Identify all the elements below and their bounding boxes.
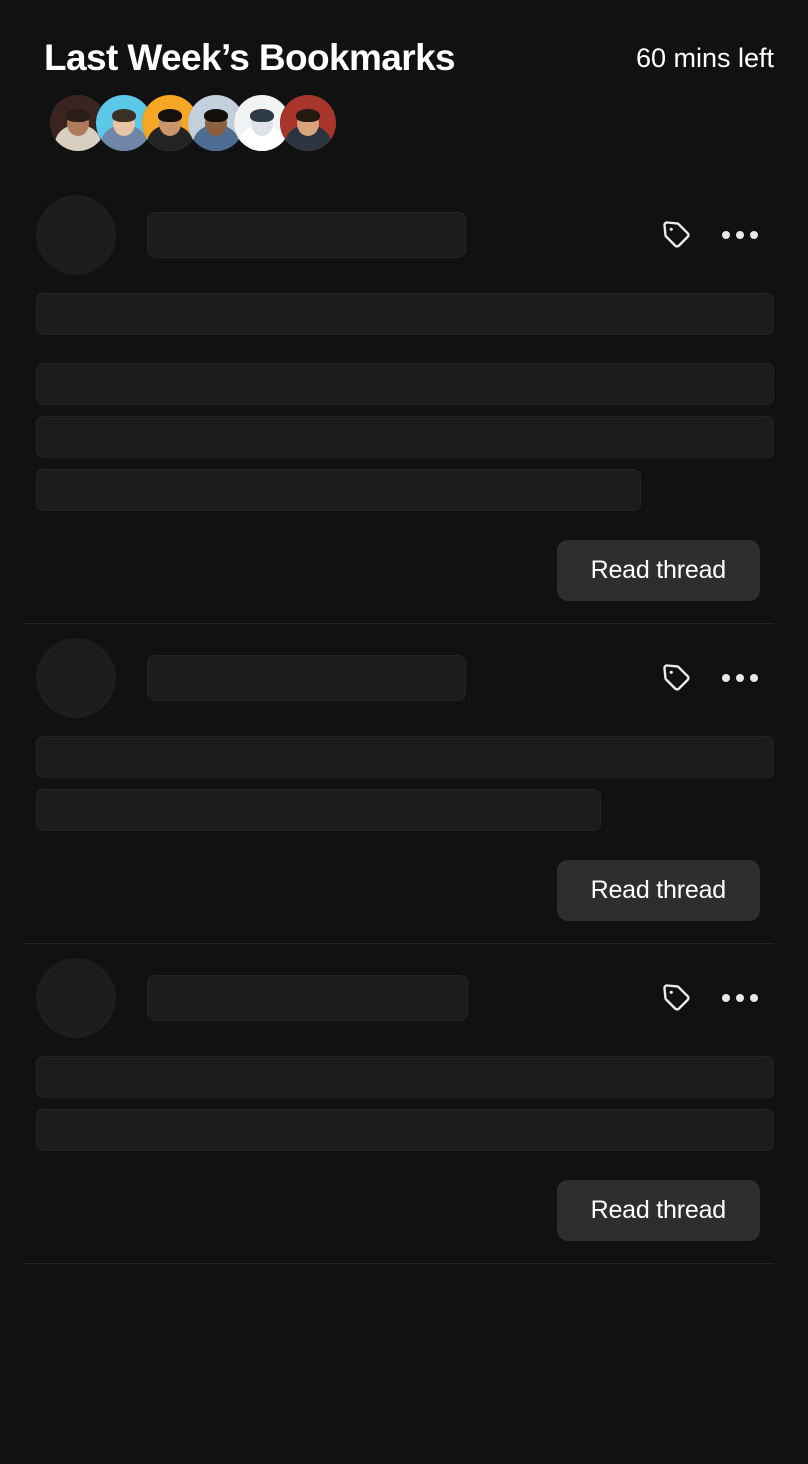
more-options-icon[interactable] (720, 668, 760, 688)
author-name-placeholder (147, 211, 466, 258)
avatar-hair (66, 108, 90, 122)
content-placeholder-line (36, 415, 774, 458)
avatar-placeholder (36, 957, 116, 1038)
bookmarks-screen: Last Week’s Bookmarks 60 mins left Read … (0, 0, 808, 1464)
card-header-row (36, 181, 774, 275)
dot (750, 230, 758, 239)
card-footer: Read thread (36, 842, 774, 921)
dot (722, 673, 730, 682)
page-header: Last Week’s Bookmarks 60 mins left (0, 0, 808, 151)
avatar-hair (204, 108, 228, 122)
content-placeholder-line (36, 788, 601, 831)
time-left-label: 60 mins left (635, 43, 774, 73)
bookmark-card: Read thread (0, 624, 808, 921)
avatar-hair (158, 108, 182, 122)
content-placeholder-lines (36, 735, 774, 831)
more-options-icon[interactable] (720, 988, 760, 1008)
tag-icon[interactable] (660, 661, 694, 695)
content-placeholder-line (36, 292, 774, 335)
avatar-6[interactable] (280, 94, 336, 151)
author-name-placeholder (147, 654, 466, 701)
card-footer: Read thread (36, 522, 774, 601)
dot (750, 673, 758, 682)
avatar-placeholder (36, 194, 116, 275)
read-thread-button[interactable]: Read thread (556, 859, 760, 921)
dot (722, 230, 730, 239)
dot (750, 993, 758, 1002)
author-name-placeholder (147, 974, 468, 1021)
avatar-hair (250, 108, 274, 122)
card-actions (660, 981, 774, 1015)
bookmark-card-list: Read thread Read thread Read thread (0, 181, 808, 1264)
tag-icon[interactable] (660, 981, 694, 1015)
content-placeholder-line (36, 735, 774, 778)
card-divider (24, 1262, 774, 1264)
more-options-icon[interactable] (720, 225, 760, 245)
tag-icon[interactable] (660, 218, 694, 252)
content-placeholder-lines (36, 292, 774, 511)
avatar-stack[interactable] (44, 94, 774, 151)
card-header-row (36, 944, 774, 1038)
dot (722, 993, 730, 1002)
bookmark-card: Read thread (0, 181, 808, 601)
bookmark-card: Read thread (0, 944, 808, 1241)
header-row: Last Week’s Bookmarks 60 mins left (44, 37, 774, 79)
card-footer: Read thread (36, 1162, 774, 1241)
card-header-row (36, 624, 774, 718)
card-actions (660, 661, 774, 695)
avatar-hair (112, 108, 136, 122)
card-actions (660, 218, 774, 252)
content-placeholder-line (36, 362, 774, 405)
dot (736, 673, 744, 682)
dot (736, 993, 744, 1002)
content-placeholder-line (36, 1108, 774, 1151)
content-placeholder-lines (36, 1055, 774, 1151)
read-thread-button[interactable]: Read thread (556, 1179, 760, 1241)
content-placeholder-line (36, 468, 642, 511)
read-thread-button[interactable]: Read thread (556, 539, 760, 601)
page-title: Last Week’s Bookmarks (44, 37, 456, 78)
dot (736, 230, 744, 239)
avatar-hair (296, 108, 320, 122)
avatar-placeholder (36, 637, 116, 718)
content-placeholder-line (36, 1055, 774, 1098)
